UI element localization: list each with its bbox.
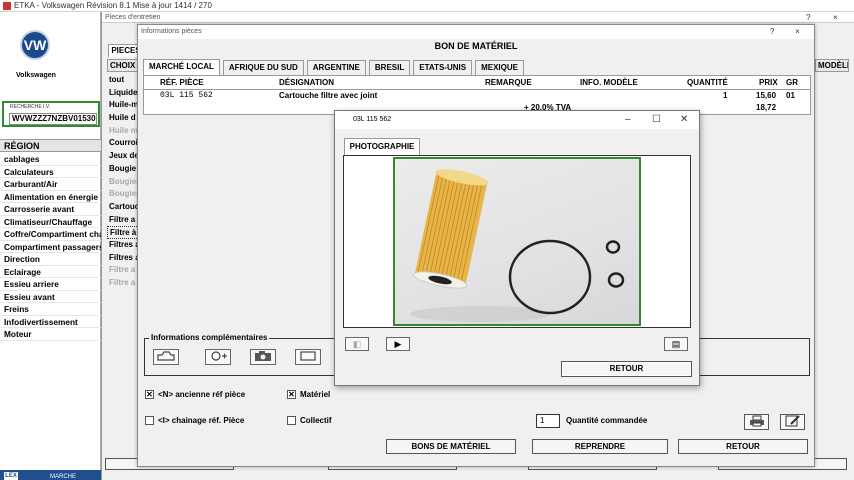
region-item[interactable]: Direction — [0, 253, 101, 266]
minimize-icon[interactable]: – — [625, 111, 631, 129]
volkswagen-logo-icon: VW — [20, 30, 50, 60]
sidebar: VW Volkswagen RECHERCHE I.V. WVWZZZ7NZBV… — [0, 12, 101, 480]
info-title: Informations pièces — [141, 28, 202, 35]
region-item[interactable]: Calculateurs — [0, 166, 101, 178]
collectif-checkbox[interactable]: Collectif — [287, 416, 332, 425]
bons-de-materiel-button[interactable]: BONS DE MATÉRIEL — [386, 439, 516, 454]
retour-button-info[interactable]: RETOUR — [678, 439, 808, 454]
materiel-check[interactable]: ✕ — [287, 390, 296, 399]
tab-argentine[interactable]: ARGENTINE — [306, 60, 366, 75]
region-item[interactable]: Coffre/Compartiment charge — [0, 228, 101, 241]
region-item[interactable]: Alimentation en énergie — [0, 191, 101, 203]
lexcom-bar: LEX COM MARCHE — [0, 470, 101, 480]
region-item[interactable]: Eclairage — [0, 266, 101, 278]
materiel-label: Matériel — [300, 390, 331, 399]
tab-photographie[interactable]: PHOTOGRAPHIE — [344, 138, 420, 155]
pieces-titlebar: Pieces d'entretien ? × — [102, 12, 854, 23]
tab-marche-local[interactable]: MARCHÉ LOCAL — [143, 59, 220, 75]
region-item[interactable]: Essieu avant — [0, 291, 101, 303]
help-icon[interactable]: ? — [770, 25, 774, 39]
col-remarque: REMARQUE — [485, 78, 532, 87]
region-item[interactable]: Freins — [0, 303, 101, 316]
chainage-ref-checkbox[interactable]: <I> chainage réf. Pièce — [145, 416, 244, 425]
monitor-icon[interactable] — [295, 349, 321, 365]
chainage-ref-label: <I> chainage réf. Pièce — [158, 416, 245, 425]
row-prix: 15,60 — [756, 91, 777, 100]
engine-icon[interactable] — [153, 349, 179, 365]
photo-popup: 03L 115 562 – ☐ ✕ PHOTOGRAPHIE ◧ ▶ ▤ RET… — [334, 110, 700, 386]
close-icon[interactable]: × — [833, 12, 838, 23]
row-ref: 03L 115 562 — [160, 91, 213, 100]
photo-title: 03L 115 562 — [353, 116, 392, 123]
col-info-modele: INFO. MODÈLE — [580, 78, 638, 87]
parts-table: RÉF. PIÈCE DÉSIGNATION REMARQUE INFO. MO… — [143, 75, 811, 115]
col-prix: PRIX — [759, 78, 778, 87]
col-gr: GR — [786, 78, 798, 87]
retour-button-photo[interactable]: RETOUR — [561, 361, 692, 377]
infos-complementaires-label: Informations complémentaires — [149, 333, 270, 342]
col-ref: RÉF. PIÈCE — [160, 78, 204, 87]
region-header: RÉGION — [0, 139, 101, 152]
quantity-input[interactable]: 1 — [536, 414, 560, 428]
market-label: MARCHE — [50, 474, 77, 480]
row-gr: 01 — [786, 91, 795, 100]
vin-search-box: RECHERCHE I.V. WVWZZZ7NZBV015300 — [2, 101, 100, 127]
row-designation: Cartouche filtre avec joint — [279, 91, 378, 100]
quantity-label: Quantité commandée — [566, 416, 648, 425]
region-item[interactable]: Compartiment passagers — [0, 241, 101, 253]
region-item[interactable]: cablages — [0, 153, 101, 166]
reprendre-button[interactable]: REPRENDRE — [532, 439, 668, 454]
lexcom-logo[interactable]: LEX COM — [4, 472, 18, 480]
vin-search-input[interactable]: WVWZZZ7NZBV015300 — [9, 113, 97, 125]
help-icon[interactable]: ? — [806, 12, 810, 23]
tab-etats-unis[interactable]: ETATS-UNIS — [413, 60, 473, 75]
edit-icon[interactable] — [780, 414, 805, 430]
country-tabs: MARCHÉ LOCAL AFRIQUE DU SUD ARGENTINE BR… — [143, 59, 527, 75]
region-item[interactable]: Carburant/Air — [0, 178, 101, 191]
pieces-title: Pieces d'entretien — [105, 14, 161, 21]
vin-search-label: RECHERCHE I.V. — [10, 104, 51, 110]
app-title: ETKA - Volkswagen Révision 8.1 Mise à jo… — [14, 1, 212, 10]
app-icon — [3, 2, 11, 10]
region-item[interactable]: Carrosserie avant — [0, 203, 101, 216]
photo-titlebar: 03L 115 562 – ☐ ✕ — [335, 111, 699, 129]
next-page-icon[interactable]: ▶ — [386, 337, 410, 351]
materiel-checkbox[interactable]: ✕ Matériel — [287, 390, 330, 399]
app-titlebar: ETKA - Volkswagen Révision 8.1 Mise à jo… — [0, 0, 854, 12]
maximize-icon[interactable]: ☐ — [652, 111, 661, 129]
camera-icon[interactable] — [250, 349, 276, 365]
row-prix-ttc: 18,72 — [756, 103, 777, 112]
close-icon[interactable]: × — [795, 25, 800, 39]
tab-mexique[interactable]: MEXIQUE — [475, 60, 524, 75]
photo-frame — [343, 155, 691, 328]
col-designation: DÉSIGNATION — [279, 78, 334, 87]
col-quantite: QUANTITÉ — [687, 78, 728, 87]
bon-de-materiel-heading: BON DE MATÉRIEL — [434, 41, 518, 51]
oil-filter-illustration — [410, 169, 625, 322]
region-item[interactable]: Infodivertissement — [0, 316, 101, 328]
collectif-check[interactable] — [287, 416, 296, 425]
brand-name: Volkswagen — [16, 72, 56, 79]
ancienne-ref-checkbox[interactable]: ✕ <N> ancienne réf pièce — [145, 390, 245, 399]
region-item[interactable]: Climatiseur/Chauffage — [0, 216, 101, 228]
prev-page-icon[interactable]: ◧ — [345, 337, 369, 351]
ancienne-ref-label: <N> ancienne réf pièce — [158, 390, 246, 399]
ancienne-ref-check[interactable]: ✕ — [145, 390, 154, 399]
collectif-label: Collectif — [300, 416, 332, 425]
row-quantite: 1 — [723, 91, 728, 100]
region-item[interactable]: Essieu arriere — [0, 278, 101, 291]
gear-plus-icon[interactable] — [205, 349, 231, 365]
table-header-divider — [144, 89, 810, 90]
chainage-ref-check[interactable] — [145, 416, 154, 425]
print-icon[interactable] — [744, 414, 769, 430]
tab-bresil[interactable]: BRESIL — [368, 60, 411, 75]
modele-header: MODÈLE — [815, 59, 849, 72]
print-icon[interactable]: ▤ — [664, 337, 688, 351]
info-titlebar: Informations pièces ? × — [138, 25, 814, 39]
tab-afrique-du-sud[interactable]: AFRIQUE DU SUD — [222, 60, 304, 75]
region-item[interactable]: Moteur — [0, 328, 101, 341]
region-list: cablages Calculateurs Carburant/Air Aliment… — [0, 153, 101, 341]
close-icon[interactable]: ✕ — [680, 111, 688, 129]
oil-filter-photo — [393, 157, 641, 326]
